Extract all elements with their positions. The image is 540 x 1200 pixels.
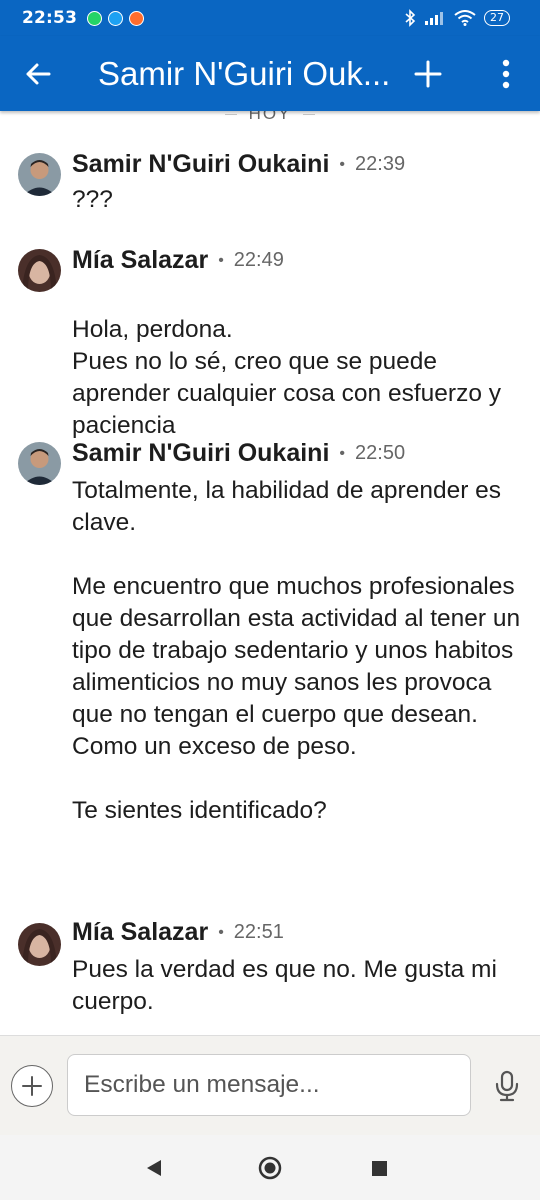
message-body: Totalmente, la habilidad de aprender es … <box>72 475 522 827</box>
message-text: Pues la verdad es que no. Me gusta mi cu… <box>72 956 497 1015</box>
separator-dot: • <box>339 155 346 173</box>
add-participant-button[interactable] <box>398 44 458 104</box>
more-vertical-icon <box>502 59 510 89</box>
wifi-icon <box>454 10 476 26</box>
separator-dot: • <box>218 251 224 269</box>
message-header: Mía Salazar • 22:49 <box>72 246 284 275</box>
plus-icon <box>414 60 442 88</box>
author-name[interactable]: Samir N'Guiri Oukaini <box>72 150 329 179</box>
microphone-icon <box>495 1070 519 1102</box>
message-time: 22:39 <box>355 153 406 175</box>
avatar[interactable] <box>18 249 61 292</box>
plus-icon <box>22 1076 42 1096</box>
separator-dot: • <box>339 444 346 462</box>
nav-home-icon[interactable] <box>258 1156 282 1180</box>
author-name[interactable]: Samir N'Guiri Oukaini <box>72 439 329 468</box>
whatsapp-icon <box>87 10 103 26</box>
avatar[interactable] <box>18 442 61 485</box>
battery-indicator: 27 <box>484 10 510 26</box>
avatar[interactable] <box>18 153 61 196</box>
message-text: ??? <box>72 186 113 213</box>
notification-icons <box>87 10 145 26</box>
message-input[interactable] <box>67 1054 471 1116</box>
conversation-title[interactable]: Samir N'Guiri Ouk... <box>98 55 398 93</box>
more-options-button[interactable] <box>486 44 526 104</box>
message-time: 22:49 <box>233 249 284 271</box>
message-body: ??? <box>72 184 522 216</box>
separator-dot: • <box>218 923 224 941</box>
back-button[interactable] <box>8 44 68 104</box>
nav-back-icon[interactable] <box>145 1158 163 1178</box>
message-body: Pues la verdad es que no. Me gusta mi cu… <box>72 954 522 1018</box>
author-name[interactable]: Mía Salazar <box>72 246 208 275</box>
message-time: 22:50 <box>355 442 406 464</box>
message-text: Te sientes identificado? <box>72 797 327 824</box>
message-header: Samir N'Guiri Oukaini • 22:39 <box>72 150 405 179</box>
message-text: Me encuentro que muchos profesionales qu… <box>72 573 521 760</box>
app-notification-icon <box>129 10 145 26</box>
message-text: Hola, perdona. Pues no lo sé, creo que s… <box>72 316 502 439</box>
system-navigation-bar <box>0 1135 540 1200</box>
status-time: 22:53 <box>22 8 78 28</box>
status-bar: 22:53 27 <box>0 0 540 36</box>
voice-message-button[interactable] <box>492 1068 522 1104</box>
attach-button[interactable] <box>11 1065 53 1107</box>
message-header: Samir N'Guiri Oukaini • 22:50 <box>72 439 405 468</box>
twitter-icon <box>108 10 124 26</box>
nav-recent-apps-icon[interactable] <box>371 1160 388 1177</box>
message-composer <box>0 1035 540 1136</box>
conversation-header: Samir N'Guiri Ouk... <box>0 36 540 111</box>
arrow-left-icon <box>26 63 51 84</box>
message-header: Mía Salazar • 22:51 <box>72 918 284 947</box>
signal-icon <box>425 12 443 25</box>
bluetooth-icon <box>405 9 416 27</box>
message-time: 22:51 <box>233 921 284 943</box>
message-text: Totalmente, la habilidad de aprender es … <box>72 477 502 536</box>
avatar[interactable] <box>18 923 61 966</box>
author-name[interactable]: Mía Salazar <box>72 918 208 947</box>
